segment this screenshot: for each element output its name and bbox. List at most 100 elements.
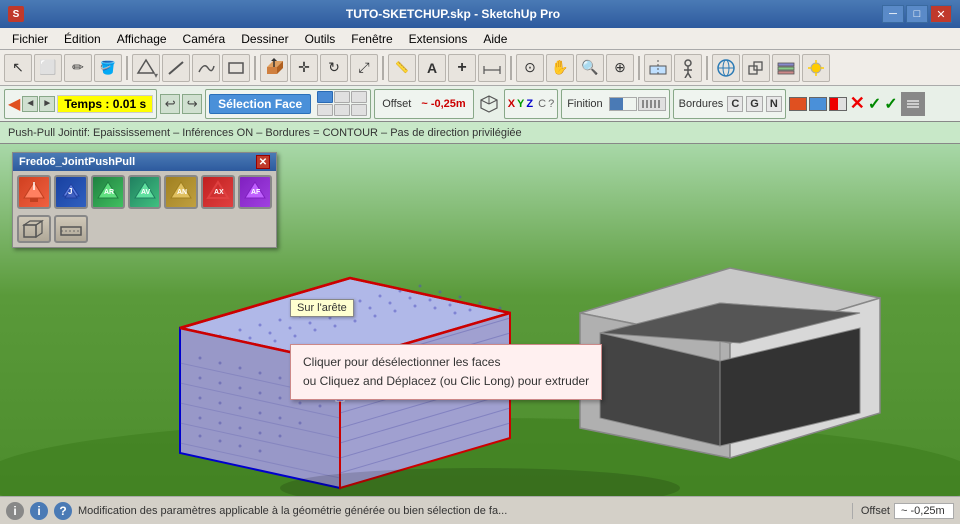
close-button[interactable]: ✕ (930, 5, 952, 23)
window-title: TUTO-SKETCHUP.skp - SketchUp Pro (24, 7, 882, 21)
status-offset-label: Offset (861, 505, 890, 517)
title-bar-controls: ─ □ ✕ (882, 5, 952, 23)
pp-box-btn[interactable] (17, 215, 51, 243)
g-btn[interactable]: G (746, 96, 763, 112)
finition-btn1[interactable] (609, 97, 637, 111)
menu-aide[interactable]: Aide (475, 30, 515, 48)
view-btn-6[interactable] (351, 104, 367, 116)
pp-push-btn[interactable] (17, 175, 51, 209)
color-swatches (789, 97, 847, 111)
x-label[interactable]: X (508, 98, 515, 110)
svg-text:AN: AN (177, 189, 187, 196)
plugin-panel: Fredo6_JointPushPull ✕ J (12, 152, 277, 248)
finition-label: Finition (565, 98, 604, 110)
nav-fwd[interactable]: ► (39, 96, 55, 112)
geo-tool[interactable] (712, 54, 740, 82)
info-icon-1[interactable]: i (6, 502, 24, 520)
freehand-tool[interactable] (192, 54, 220, 82)
n-btn[interactable]: N (766, 96, 782, 112)
separator2 (254, 56, 256, 80)
finition-btn2[interactable] (638, 97, 666, 111)
title-bar: S TUTO-SKETCHUP.skp - SketchUp Pro ─ □ ✕ (0, 0, 960, 28)
minimize-button[interactable]: ─ (882, 5, 904, 23)
help-icon[interactable]: ? (54, 502, 72, 520)
pencil-tool[interactable]: ✏ (64, 54, 92, 82)
menu-edition[interactable]: Édition (56, 30, 109, 48)
pan-tool[interactable]: ✋ (546, 54, 574, 82)
separator1 (126, 56, 128, 80)
undo-button[interactable]: ↩ (160, 94, 180, 114)
pp-av-btn[interactable]: AV (128, 175, 162, 209)
nav-back[interactable]: ◄ (22, 96, 38, 112)
svg-text:AV: AV (141, 189, 151, 196)
menu-bar: Fichier Édition Affichage Caméra Dessine… (0, 28, 960, 50)
components-tool[interactable] (742, 54, 770, 82)
view-btn-5[interactable] (334, 104, 350, 116)
action-buttons: ✕ ✓ ✓ (850, 92, 925, 116)
c-label[interactable]: C (538, 98, 546, 110)
menu-outils[interactable]: Outils (297, 30, 344, 48)
swatch-gray[interactable] (829, 97, 847, 111)
info-icon-2[interactable]: i (30, 502, 48, 520)
c-btn[interactable]: C (727, 96, 743, 112)
zoom-tool[interactable]: 🔍 (576, 54, 604, 82)
paint-tool[interactable]: 🪣 (94, 54, 122, 82)
y-label[interactable]: Y (517, 98, 524, 110)
text-tool[interactable]: A (418, 54, 446, 82)
menu-fenetre[interactable]: Fenêtre (343, 30, 400, 48)
z-label[interactable]: Z (526, 98, 533, 110)
zoom-extents-tool[interactable]: ⊕ (606, 54, 634, 82)
walk-tool[interactable] (674, 54, 702, 82)
view-btn-2[interactable] (334, 91, 350, 103)
tape-tool[interactable]: 📏 (388, 54, 416, 82)
section-tool[interactable] (644, 54, 672, 82)
pp-ar-btn[interactable]: AR (91, 175, 125, 209)
pp-af-btn[interactable]: AF (238, 175, 272, 209)
separator3 (382, 56, 384, 80)
push-pull-tool[interactable] (260, 54, 288, 82)
svg-text:AR: AR (104, 189, 114, 196)
bordures-label: Bordures (677, 98, 726, 110)
pp-flat-btn[interactable] (54, 215, 88, 243)
question-label[interactable]: ? (548, 98, 554, 110)
scale-tool[interactable]: ⤢ (350, 54, 378, 82)
plugin-panel-close-btn[interactable]: ✕ (256, 155, 270, 169)
plugin-panel-name: Fredo6_JointPushPull (19, 156, 135, 168)
menu-affichage[interactable]: Affichage (109, 30, 175, 48)
orbit-tool[interactable]: ⊙ (516, 54, 544, 82)
main-viewport[interactable]: Sur l'arête Cliquer pour désélectionner … (0, 144, 960, 524)
layers-tool[interactable] (772, 54, 800, 82)
swatch-orange[interactable] (789, 97, 807, 111)
settings-icon[interactable] (901, 92, 925, 116)
eraser-tool[interactable]: ⬜ (34, 54, 62, 82)
line-tool[interactable] (162, 54, 190, 82)
dim-tool[interactable] (478, 54, 506, 82)
pp-an-btn[interactable]: AN (164, 175, 198, 209)
apply-icon[interactable]: ✓ (884, 94, 897, 114)
menu-dessiner[interactable]: Dessiner (233, 30, 296, 48)
view-btn-1[interactable] (317, 91, 333, 103)
rotate-tool[interactable]: ↻ (320, 54, 348, 82)
axes-tool[interactable]: + (448, 54, 476, 82)
rect-tool[interactable]: ▾ ▾ (222, 54, 250, 82)
cancel-icon[interactable]: ✕ (850, 93, 865, 114)
pp-ax-btn[interactable]: AX (201, 175, 235, 209)
plugin-toolbar: ◀ ◄ ► Temps : 0.01 s ↩ ↪ Sélection Face … (0, 86, 960, 122)
menu-extensions[interactable]: Extensions (401, 30, 476, 48)
select-tool[interactable] (4, 54, 32, 82)
tooltip-line1: Cliquer pour désélectionner les faces (303, 353, 589, 372)
shapes-tool[interactable]: ▾ (132, 54, 160, 82)
separator5 (638, 56, 640, 80)
bottom-status-bar: i i ? Modification des paramètres applic… (0, 496, 960, 524)
swatch-blue[interactable] (809, 97, 827, 111)
view-btn-4[interactable] (317, 104, 333, 116)
menu-fichier[interactable]: Fichier (4, 30, 56, 48)
redo-button[interactable]: ↪ (182, 94, 202, 114)
pp-joint-btn[interactable]: J (54, 175, 88, 209)
view-btn-3[interactable] (351, 91, 367, 103)
shadows-tool[interactable] (802, 54, 830, 82)
move-tool[interactable]: ✛ (290, 54, 318, 82)
menu-camera[interactable]: Caméra (175, 30, 234, 48)
confirm-icon[interactable]: ✓ (868, 94, 881, 114)
maximize-button[interactable]: □ (906, 5, 928, 23)
